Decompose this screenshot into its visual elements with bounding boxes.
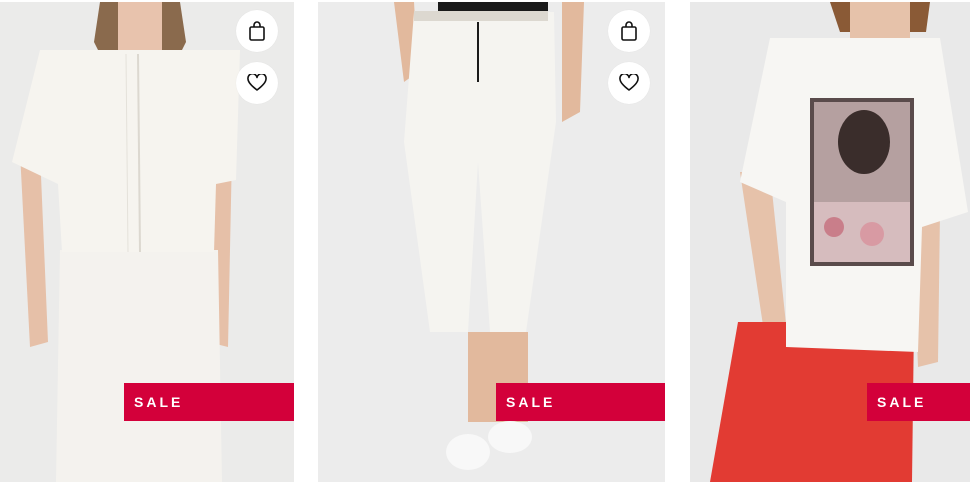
sale-badge: SALE: [867, 383, 970, 421]
product-card[interactable]: SALE: [690, 2, 970, 482]
add-to-bag-button[interactable]: [608, 10, 650, 52]
heart-icon: [619, 74, 639, 91]
product-grid: SALE SALE SALE: [0, 0, 970, 482]
wishlist-button[interactable]: [236, 62, 278, 104]
shopping-bag-icon: [621, 21, 637, 41]
heart-icon: [247, 74, 267, 91]
wishlist-button[interactable]: [608, 62, 650, 104]
sale-badge: SALE: [124, 383, 294, 421]
shopping-bag-icon: [249, 21, 265, 41]
sale-badge: SALE: [496, 383, 665, 421]
add-to-bag-button[interactable]: [236, 10, 278, 52]
